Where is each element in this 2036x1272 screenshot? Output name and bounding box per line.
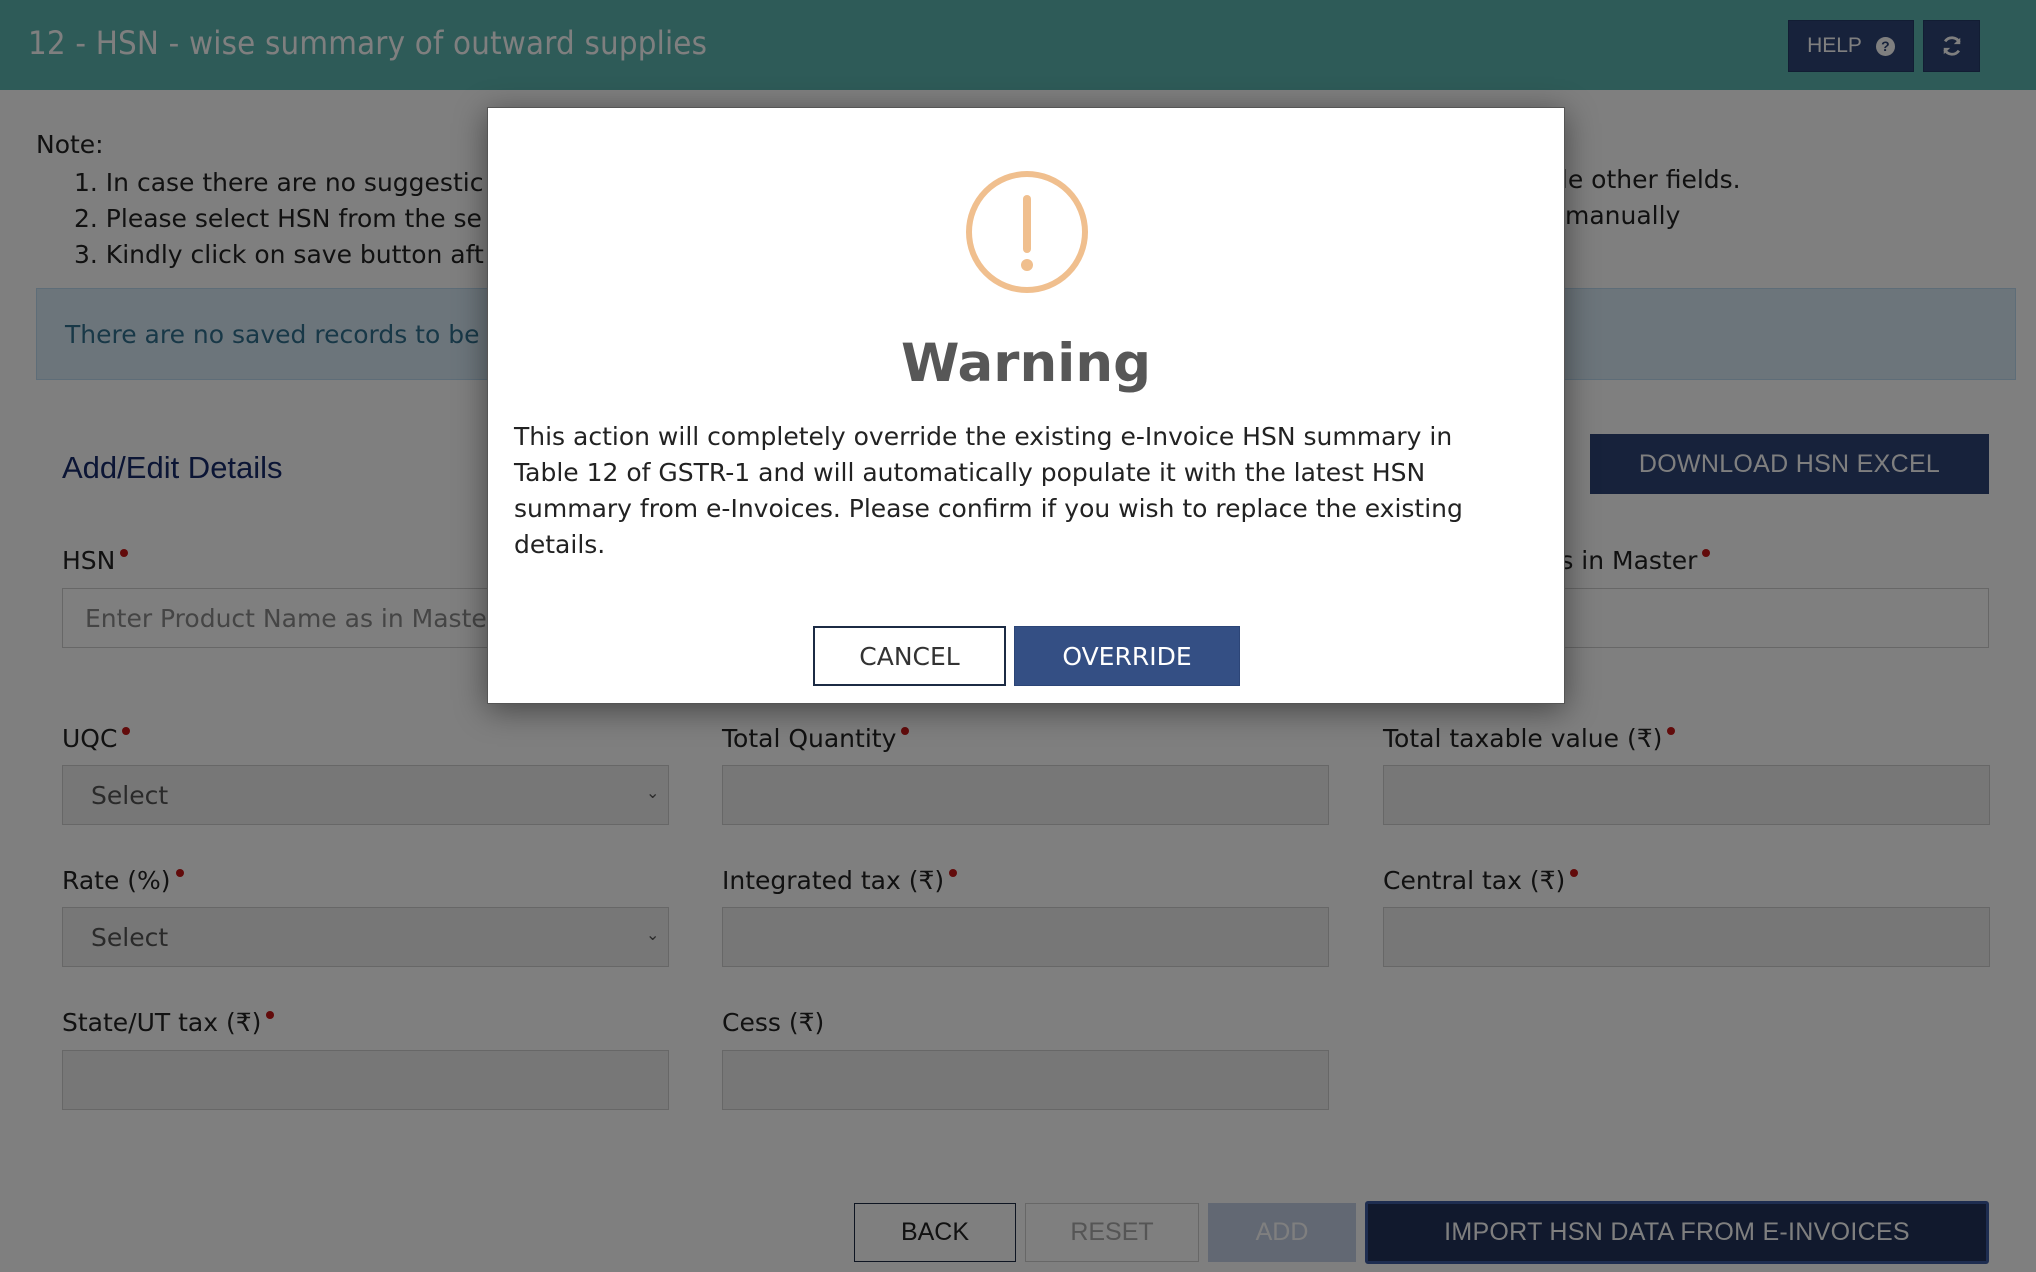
dialog-message: This action will completely override the… <box>514 422 1463 559</box>
warning-exclamation-icon <box>966 171 1088 293</box>
warning-dialog: Warning This action will completely over… <box>487 107 1565 704</box>
override-button[interactable]: OVERRIDE <box>1014 626 1240 686</box>
cancel-button[interactable]: CANCEL <box>813 626 1006 686</box>
dialog-title: Warning <box>900 333 1152 394</box>
